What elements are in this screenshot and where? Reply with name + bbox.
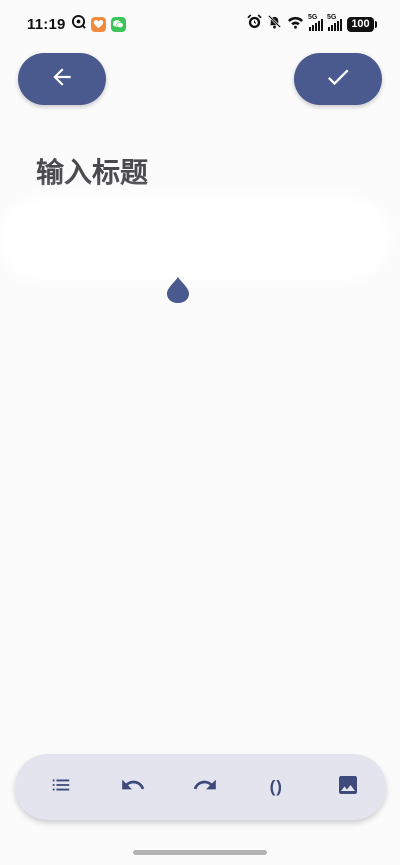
status-bar: 11:19 5G 5G 100 bbox=[0, 0, 400, 48]
network-label-2: 5G bbox=[327, 13, 337, 21]
battery-level: 100 bbox=[351, 18, 370, 30]
editor-toolbar: () bbox=[15, 754, 386, 820]
network-label-1: 5G bbox=[308, 13, 318, 21]
wifi-icon bbox=[287, 15, 304, 34]
signal-icon: 5G bbox=[327, 14, 342, 31]
check-icon bbox=[324, 63, 352, 96]
parentheses-button[interactable]: () bbox=[262, 773, 290, 801]
heart-app-icon bbox=[90, 16, 106, 32]
mute-icon bbox=[267, 14, 282, 34]
back-button[interactable] bbox=[18, 53, 106, 105]
list-button[interactable] bbox=[47, 773, 75, 801]
insert-image-button[interactable] bbox=[334, 773, 362, 801]
alarm-icon bbox=[247, 14, 262, 34]
arrow-left-icon bbox=[49, 64, 75, 95]
home-indicator[interactable] bbox=[133, 850, 267, 855]
status-left: 11:19 bbox=[27, 14, 126, 34]
title-placeholder: 输入标题 bbox=[36, 157, 149, 188]
sync-icon bbox=[71, 14, 86, 34]
redo-icon bbox=[192, 772, 218, 803]
battery-icon: 100 bbox=[347, 16, 377, 32]
text-cursor-handle[interactable] bbox=[166, 276, 190, 304]
image-icon bbox=[336, 773, 360, 802]
body-input[interactable] bbox=[8, 208, 380, 268]
undo-button[interactable] bbox=[119, 773, 147, 801]
status-time: 11:19 bbox=[27, 15, 66, 33]
undo-icon bbox=[120, 772, 146, 803]
signal-icon: 5G bbox=[308, 14, 323, 31]
parentheses-icon: () bbox=[269, 777, 283, 796]
redo-button[interactable] bbox=[191, 773, 219, 801]
save-button[interactable] bbox=[294, 53, 382, 105]
list-icon bbox=[50, 774, 72, 801]
title-input[interactable]: 输入标题 bbox=[36, 151, 366, 191]
status-right: 5G 5G 100 bbox=[247, 14, 377, 34]
wechat-icon bbox=[110, 16, 126, 32]
